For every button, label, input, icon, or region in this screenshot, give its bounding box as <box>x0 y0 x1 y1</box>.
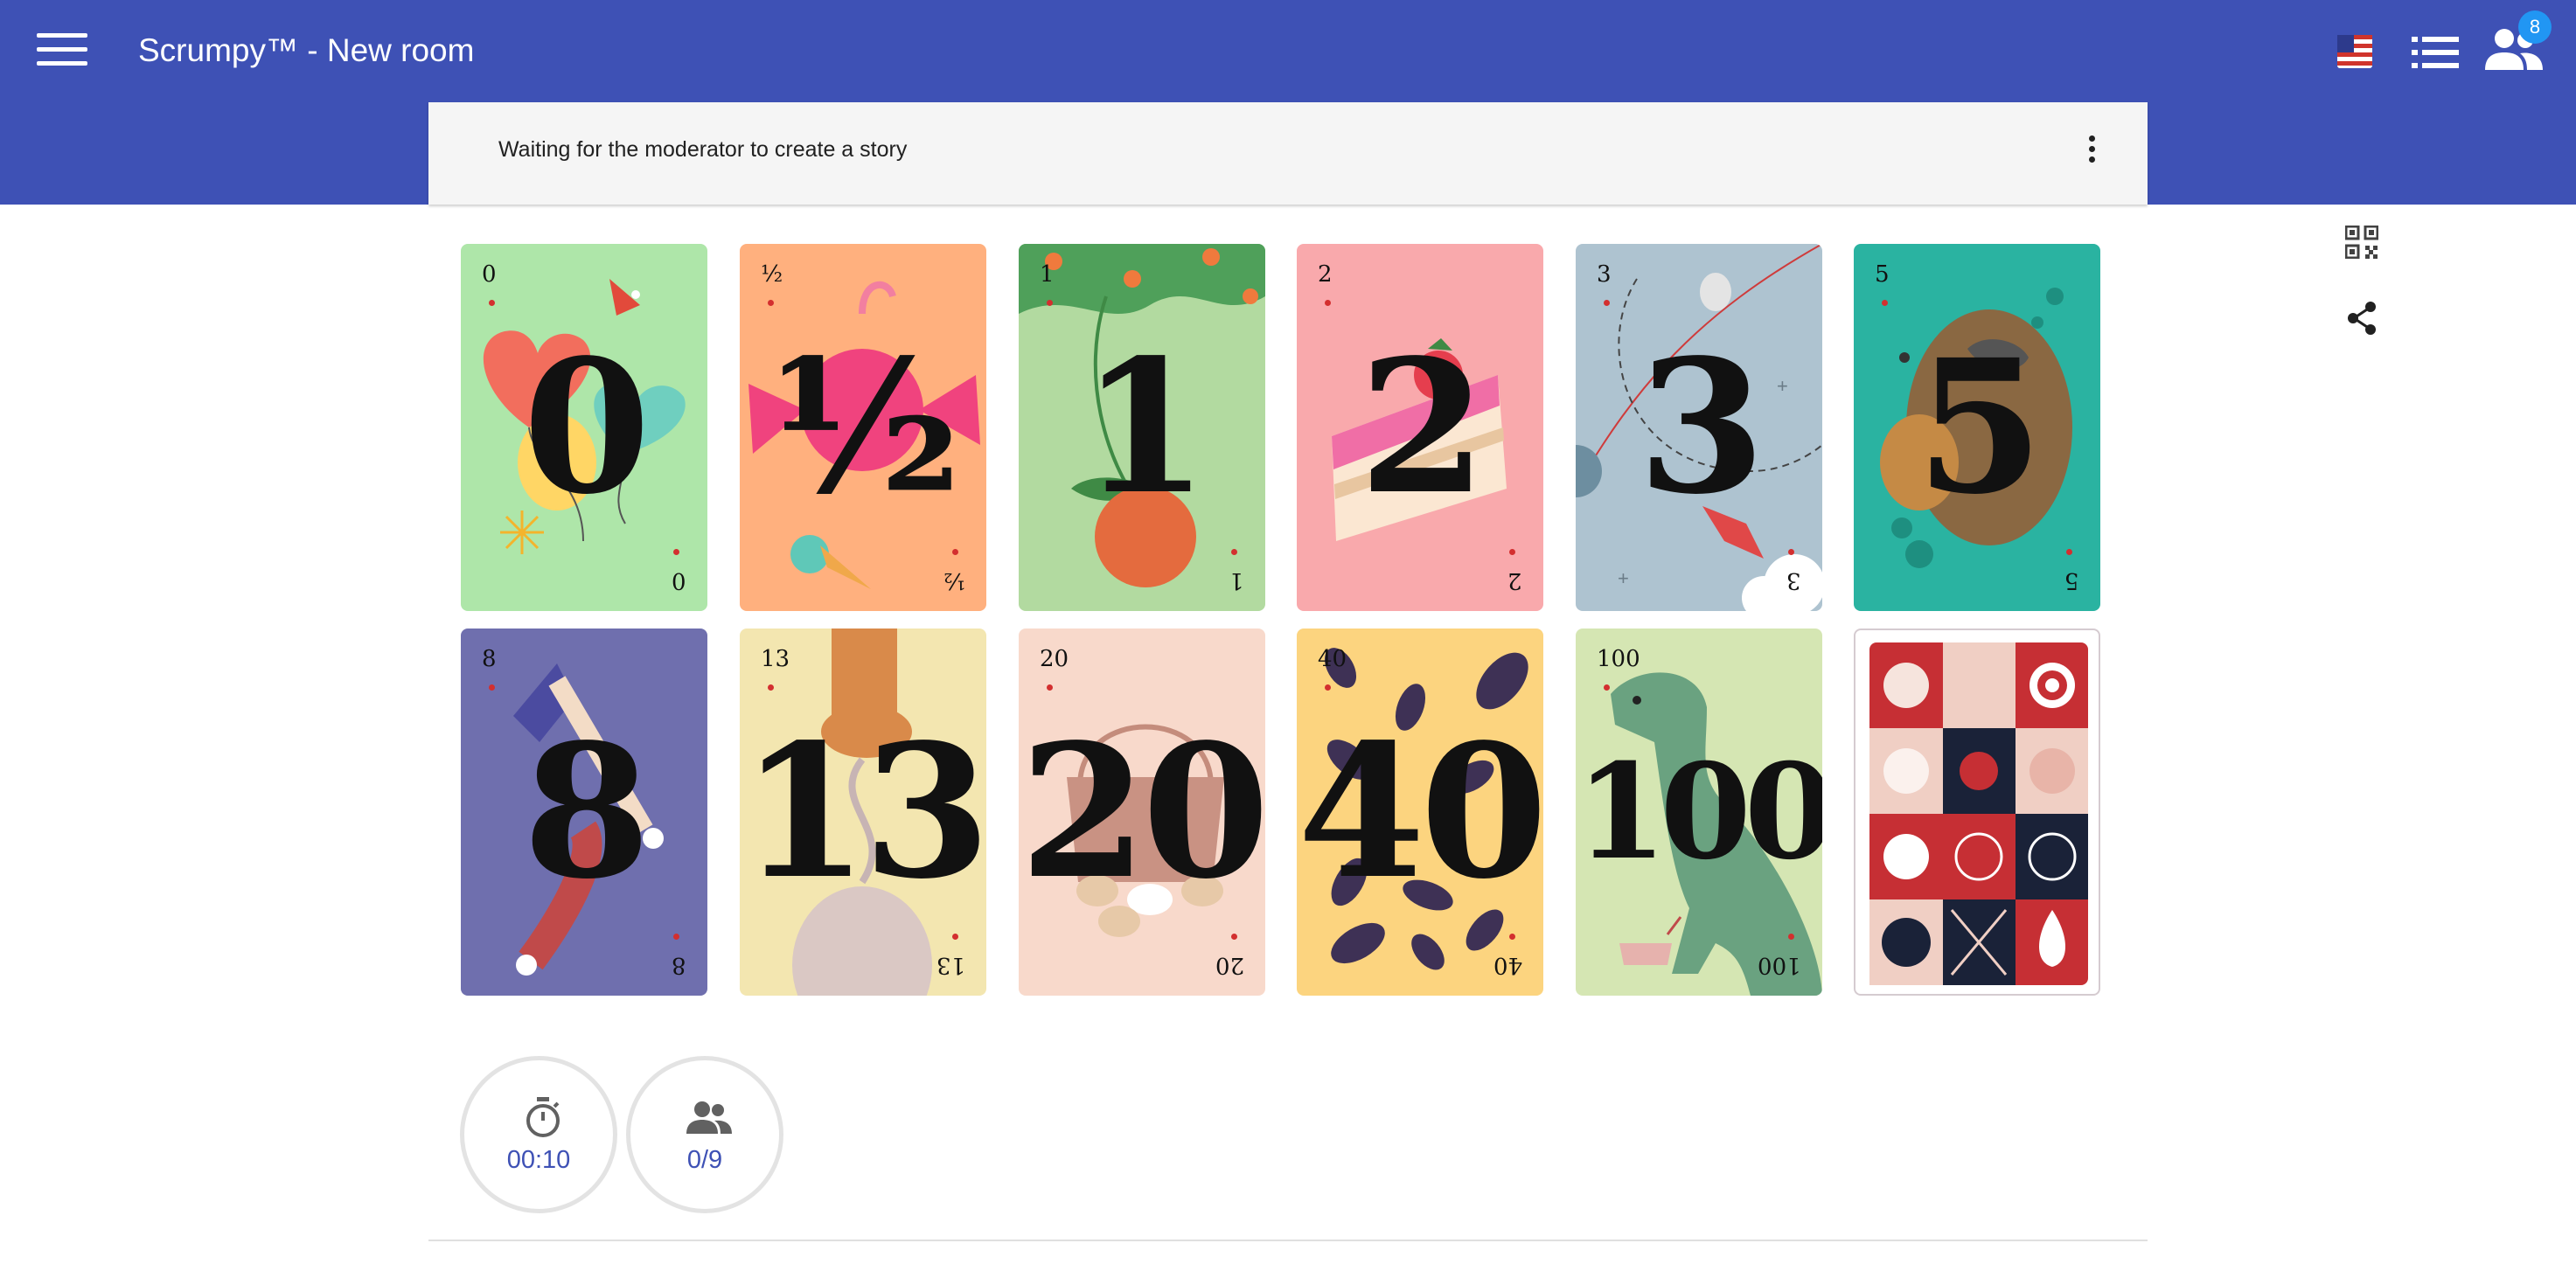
participant-count-badge: 8 <box>2518 10 2552 44</box>
corner-dot <box>1325 300 1331 306</box>
corner-dot <box>1882 300 1888 306</box>
card-corner-top: 3 <box>1597 261 1612 288</box>
corner-dot <box>673 934 679 940</box>
corner-dot <box>673 549 679 555</box>
card-value: 13 <box>740 704 986 920</box>
corner-dot <box>768 684 774 691</box>
card-8[interactable]: 8 8 8 <box>461 629 707 996</box>
card-value: 2 <box>1358 319 1486 535</box>
corner-dot <box>1047 684 1053 691</box>
card-value: 3 <box>1637 319 1765 535</box>
card-corner-bottom: 0 <box>672 567 686 594</box>
card-0[interactable]: 0 0 0 <box>461 244 707 611</box>
corner-dot <box>768 300 774 306</box>
card-corner-bottom: 1 <box>1229 567 1244 594</box>
card-2[interactable]: 2 2 2 <box>1297 244 1543 611</box>
corner-dot <box>1788 549 1794 555</box>
more-vertical-icon[interactable] <box>2085 135 2099 170</box>
divider <box>428 1240 2148 1241</box>
card-corner-top: 8 <box>482 646 497 672</box>
corner-dot <box>489 684 495 691</box>
card-value: 100 <box>1576 735 1822 889</box>
corner-dot <box>1509 934 1515 940</box>
corner-dot <box>489 300 495 306</box>
corner-dot <box>1788 934 1794 940</box>
card-value: ½ <box>769 319 961 535</box>
card-corner-top: 40 <box>1318 646 1347 672</box>
card-corner-top: 1 <box>1040 261 1055 288</box>
card-corner-bottom: 13 <box>936 952 965 978</box>
card-corner-top: 100 <box>1597 646 1640 672</box>
vote-count-value: 0/9 <box>686 1146 723 1174</box>
card-100[interactable]: 100 100 100 <box>1576 629 1822 996</box>
stopwatch-icon <box>526 1097 560 1137</box>
us-flag-icon[interactable] <box>2335 31 2375 72</box>
card-corner-bottom: 3 <box>1786 567 1801 594</box>
menu-icon[interactable] <box>37 33 87 72</box>
story-status-text: Waiting for the moderator to create a st… <box>498 137 908 162</box>
story-list-icon[interactable] <box>2412 33 2459 72</box>
card-3[interactable]: + + 3 3 3 <box>1576 244 1822 611</box>
share-icon[interactable] <box>2345 301 2378 336</box>
card-value: 20 <box>1019 704 1265 920</box>
card-corner-top: 2 <box>1318 261 1333 288</box>
corner-dot <box>1047 300 1053 306</box>
card-corner-top: 5 <box>1875 261 1890 288</box>
card-back[interactable] <box>1854 629 2100 996</box>
participants-icon <box>686 1101 732 1134</box>
card-40[interactable]: 40 40 40 <box>1297 629 1543 996</box>
app-title: Scrumpy™ - New room <box>138 32 475 68</box>
card-13[interactable]: 13 13 13 <box>740 629 986 996</box>
corner-dot <box>2066 549 2072 555</box>
card-corner-bottom: 100 <box>1758 952 1801 978</box>
card-corner-bottom: ½ <box>943 567 965 594</box>
story-panel: Waiting for the moderator to create a st… <box>428 102 2148 205</box>
corner-dot <box>1509 549 1515 555</box>
card-half[interactable]: ½ ½ ½ <box>740 244 986 611</box>
card-5[interactable]: 5 5 5 <box>1854 244 2100 611</box>
corner-dot <box>1231 549 1237 555</box>
vote-count-display: 0/9 <box>626 1056 783 1213</box>
card-corner-bottom: 20 <box>1215 952 1244 978</box>
card-value: 8 <box>522 704 651 920</box>
card-corner-bottom: 2 <box>1507 567 1522 594</box>
card-corner-bottom: 40 <box>1493 952 1522 978</box>
corner-dot <box>952 934 958 940</box>
card-value: 0 <box>522 319 651 535</box>
card-1[interactable]: 1 1 1 <box>1019 244 1265 611</box>
card-corner-top: 20 <box>1040 646 1069 672</box>
card-value: 40 <box>1297 704 1543 920</box>
corner-dot <box>1231 934 1237 940</box>
card-corner-top: 13 <box>761 646 790 672</box>
timer-value: 00:10 <box>506 1146 571 1174</box>
qr-code-icon[interactable] <box>2345 226 2378 259</box>
timer-display: 00:10 <box>460 1056 617 1213</box>
card-corner-top: ½ <box>761 261 783 288</box>
card-corner-bottom: 8 <box>672 952 686 978</box>
card-20[interactable]: 20 20 20 <box>1019 629 1265 996</box>
corner-dot <box>1604 300 1610 306</box>
card-corner-bottom: 5 <box>2064 567 2079 594</box>
card-value: 1 <box>1080 319 1208 535</box>
corner-dot <box>1325 684 1331 691</box>
card-back-pattern <box>1869 642 2088 985</box>
card-corner-top: 0 <box>482 261 497 288</box>
corner-dot <box>952 549 958 555</box>
card-value: 5 <box>1915 319 2043 535</box>
corner-dot <box>1604 684 1610 691</box>
